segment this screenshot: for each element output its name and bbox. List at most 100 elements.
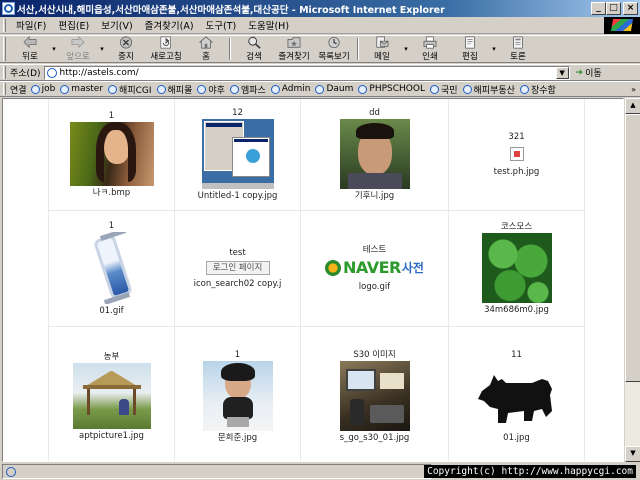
item-caption: 테스트 xyxy=(362,244,387,255)
back-button[interactable]: 뒤로 xyxy=(10,36,50,62)
vertical-scrollbar[interactable]: ▲ ▼ xyxy=(624,98,640,462)
address-input[interactable]: http://astels.com/ ▼ xyxy=(43,65,570,80)
link-admin[interactable]: Admin xyxy=(270,84,310,94)
go-arrow-icon: ➔ xyxy=(575,67,584,78)
hut-thumbnail[interactable] xyxy=(72,362,151,429)
gallery-item[interactable]: S30 이미지 s_go_s30_01.jpg xyxy=(301,327,449,461)
hourglass-thumbnail[interactable] xyxy=(83,231,140,304)
menu-view[interactable]: 보기(V) xyxy=(95,18,138,32)
menu-favorites[interactable]: 즐겨찾기(A) xyxy=(139,18,200,32)
close-button[interactable]: × xyxy=(623,2,638,15)
links-grip[interactable] xyxy=(3,83,6,95)
desktop-screenshot-thumbnail[interactable] xyxy=(201,118,274,189)
discuss-button[interactable]: 토론 xyxy=(498,36,538,62)
scroll-down-button[interactable]: ▼ xyxy=(625,446,640,462)
discuss-label: 토론 xyxy=(510,52,526,62)
gallery-item[interactable]: 코스모스 34m686m0.jpg xyxy=(449,211,585,327)
item-filename: s_go_s30_01.jpg xyxy=(339,432,410,443)
clover-thumbnail[interactable] xyxy=(481,232,552,303)
link-label: PHPSCHOOL xyxy=(369,84,425,94)
edit-button[interactable]: 편집 xyxy=(450,36,490,62)
gallery-item[interactable]: 농부 aptpicture1.jpg xyxy=(49,327,175,461)
toolbar-separator xyxy=(357,38,359,60)
link-daum[interactable]: Daum xyxy=(315,84,353,94)
home-icon xyxy=(198,36,214,49)
link-page-icon xyxy=(270,84,280,94)
links-bar: 연결 job master 해피CGI 해피몰 야후 엠파스 Admin Dau… xyxy=(0,81,640,97)
man-portrait-thumbnail[interactable] xyxy=(339,118,410,189)
links-chevron-icon[interactable]: » xyxy=(631,85,636,94)
figure-doll-thumbnail[interactable] xyxy=(202,360,273,431)
address-dropdown-button[interactable]: ▼ xyxy=(555,66,569,79)
edit-dropdown[interactable]: ▾ xyxy=(490,45,498,53)
item-filename: 나ㅋ.bmp xyxy=(92,187,131,198)
item-filename: icon_search02 copy.j xyxy=(193,278,282,289)
menu-file[interactable]: 파일(F) xyxy=(10,18,52,32)
gallery-item[interactable]: 1 나ㅋ.bmp xyxy=(49,99,175,211)
scroll-thumb[interactable] xyxy=(625,114,640,382)
gallery-item[interactable]: 1 문희준.jpg xyxy=(175,327,301,461)
back-dropdown[interactable]: ▾ xyxy=(50,45,58,53)
gallery-item[interactable]: 11 01.jpg xyxy=(449,327,585,461)
link-kookmin[interactable]: 국민 xyxy=(429,83,458,96)
link-master[interactable]: master xyxy=(60,84,103,94)
link-yahoo[interactable]: 야후 xyxy=(197,83,225,96)
menu-tools[interactable]: 도구(T) xyxy=(200,18,243,32)
girl-portrait-thumbnail[interactable] xyxy=(69,121,154,186)
menu-edit[interactable]: 편집(E) xyxy=(52,18,95,32)
address-url[interactable]: http://astels.com/ xyxy=(60,68,556,78)
link-empas[interactable]: 엠파스 xyxy=(229,83,266,96)
menu-grip[interactable] xyxy=(3,18,6,32)
scottie-dog-thumbnail[interactable] xyxy=(472,361,562,431)
forward-dropdown[interactable]: ▾ xyxy=(98,45,106,53)
favorites-button[interactable]: 즐겨찾기 xyxy=(274,36,314,62)
refresh-button[interactable]: 새로고침 xyxy=(146,36,186,62)
address-grip[interactable] xyxy=(3,66,6,79)
phone-desk-thumbnail[interactable] xyxy=(339,360,410,431)
page-icon xyxy=(46,67,57,78)
link-happycgi[interactable]: 해피CGI xyxy=(108,83,152,96)
gallery-item[interactable]: test 로그인 페이지 icon_search02 copy.j xyxy=(175,211,301,327)
image-gallery: 1 나ㅋ.bmp 12 Untitled-1 copy.jpg dd 기후니.j… xyxy=(48,99,585,461)
print-button[interactable]: 인쇄 xyxy=(410,36,450,62)
item-filename: 기후니.jpg xyxy=(354,190,395,201)
gallery-item[interactable]: 12 Untitled-1 copy.jpg xyxy=(175,99,301,211)
menu-bar: 파일(F) 편집(E) 보기(V) 즐겨찾기(A) 도구(T) 도움말(H) xyxy=(0,16,640,34)
item-filename: 34m686m0.jpg xyxy=(484,304,549,315)
go-button[interactable]: ➔ 이동 xyxy=(575,66,602,80)
menu-help[interactable]: 도움말(H) xyxy=(242,18,295,32)
link-label: 해피부동산 xyxy=(473,85,515,96)
link-jangsuham[interactable]: 장수함 xyxy=(519,83,556,96)
stop-icon xyxy=(120,36,132,49)
broken-image-icon[interactable] xyxy=(509,146,524,161)
link-page-icon xyxy=(519,84,529,94)
stop-button[interactable]: 중지 xyxy=(106,36,146,62)
gallery-item[interactable]: 321 test.ph.jpg xyxy=(449,99,585,211)
mail-button[interactable]: 메일 xyxy=(362,36,402,62)
link-happy-realestate[interactable]: 해피부동산 xyxy=(462,83,515,96)
link-page-icon xyxy=(30,84,40,94)
toolbar-grip[interactable] xyxy=(3,37,6,61)
link-page-icon xyxy=(156,84,166,94)
naver-logo-thumbnail[interactable]: NAVER 사전 xyxy=(322,256,428,280)
maximize-button[interactable]: □ xyxy=(606,2,621,15)
mail-dropdown[interactable]: ▾ xyxy=(402,45,410,53)
gallery-item[interactable]: dd 기후니.jpg xyxy=(301,99,449,211)
scroll-up-button[interactable]: ▲ xyxy=(625,98,640,114)
link-label: 해피CGI xyxy=(119,85,152,96)
history-button[interactable]: 목록보기 xyxy=(314,36,354,62)
search-button[interactable]: 검색 xyxy=(234,36,274,62)
forward-button[interactable]: 앞으로 xyxy=(58,36,98,62)
copyright-text: Copyright(c) http://www.happycgi.com xyxy=(424,465,636,478)
gallery-item[interactable]: 1 01.gif xyxy=(49,211,175,327)
link-happymall[interactable]: 해피몰 xyxy=(156,83,192,96)
title-bar: 서산,서산시내,해미읍성,서산마애삼존불,서산마애삼존석불,대산공단 - Mic… xyxy=(0,0,640,17)
link-label: 야후 xyxy=(208,85,225,96)
link-phpschool[interactable]: PHPSCHOOL xyxy=(358,84,425,94)
login-button-thumbnail[interactable]: 로그인 페이지 xyxy=(205,260,270,275)
link-job[interactable]: job xyxy=(30,84,55,94)
gallery-item[interactable]: 테스트 NAVER 사전 logo.gif xyxy=(301,211,449,327)
address-bar: 주소(D) http://astels.com/ ▼ ➔ 이동 xyxy=(0,64,640,81)
home-button[interactable]: 홈 xyxy=(186,36,226,62)
minimize-button[interactable]: _ xyxy=(591,2,606,15)
